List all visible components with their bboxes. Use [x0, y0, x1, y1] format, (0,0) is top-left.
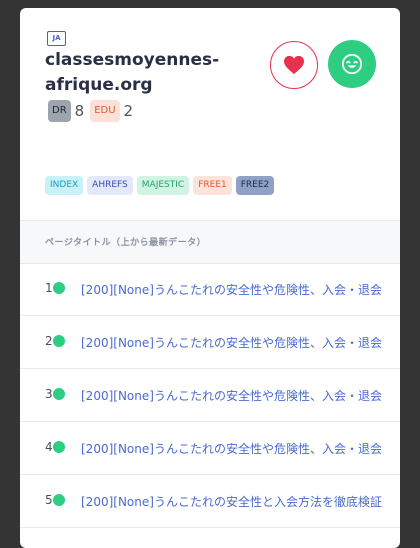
- table-row[interactable]: 5 [200][None]うんこたれの安全性と入会方法を徹底検証: [20, 475, 400, 528]
- tag-free1[interactable]: FREE1: [193, 176, 232, 195]
- row-number: 3: [45, 387, 53, 401]
- edu-value: 2: [123, 102, 134, 120]
- tag-index[interactable]: INDEX: [45, 176, 84, 195]
- status-dot-icon: [53, 441, 65, 453]
- favorite-button[interactable]: [270, 41, 318, 89]
- site-card: JA classesmoyennes-afrique.org DR 8 EDU …: [20, 8, 400, 548]
- status-dot-icon: [53, 388, 65, 400]
- row-title-link[interactable]: [200][None]うんこたれの安全性や危険性、入会・退会: [81, 281, 382, 298]
- tag-list: INDEX AHREFS MAJESTIC FREE1 FREE2: [45, 176, 275, 195]
- row-number: 5: [45, 493, 53, 507]
- table-row[interactable]: 2 [200][None]うんこたれの安全性や危険性、入会・退会: [20, 316, 400, 369]
- row-number: 2: [45, 334, 53, 348]
- status-dot-icon: [53, 494, 65, 506]
- dr-value: 8: [74, 102, 85, 120]
- table-row[interactable]: 1 [200][None]うんこたれの安全性や危険性、入会・退会: [20, 263, 400, 316]
- row-number: 1: [45, 281, 53, 295]
- table-header-label: ページタイトル（上から最新データ）: [45, 238, 207, 248]
- status-button[interactable]: [328, 40, 376, 88]
- status-dot-icon: [53, 282, 65, 294]
- tag-ahrefs[interactable]: AHREFS: [87, 176, 133, 195]
- row-title-link[interactable]: [200][None]うんこたれの安全性や危険性、入会・退会: [81, 440, 382, 457]
- row-title-link[interactable]: [200][None]うんこたれの安全性や危険性、入会・退会: [81, 334, 382, 351]
- row-title-link[interactable]: [200][None]うんこたれの安全性と入会方法を徹底検証: [81, 493, 382, 510]
- table-header: ページタイトル（上から最新データ）: [20, 220, 400, 264]
- table-row[interactable]: 3 [200][None]うんこたれの安全性や危険性、入会・退会: [20, 369, 400, 422]
- dr-badge: DR: [48, 100, 71, 122]
- domain-name[interactable]: classesmoyennes-afrique.org: [45, 48, 265, 98]
- edu-badge: EDU: [90, 100, 120, 122]
- row-title-link[interactable]: [200][None]うんこたれの安全性や危険性、入会・退会: [81, 387, 382, 404]
- status-dot-icon: [53, 335, 65, 347]
- tag-majestic[interactable]: MAJESTIC: [136, 176, 190, 195]
- smile-icon: [341, 53, 363, 75]
- heart-icon: [284, 55, 304, 75]
- row-number: 4: [45, 440, 53, 454]
- table-row[interactable]: 4 [200][None]うんこたれの安全性や危険性、入会・退会: [20, 422, 400, 475]
- tag-free2[interactable]: FREE2: [235, 176, 275, 195]
- metrics-row: DR 8 EDU 2: [48, 100, 135, 122]
- language-badge: JA: [47, 31, 66, 46]
